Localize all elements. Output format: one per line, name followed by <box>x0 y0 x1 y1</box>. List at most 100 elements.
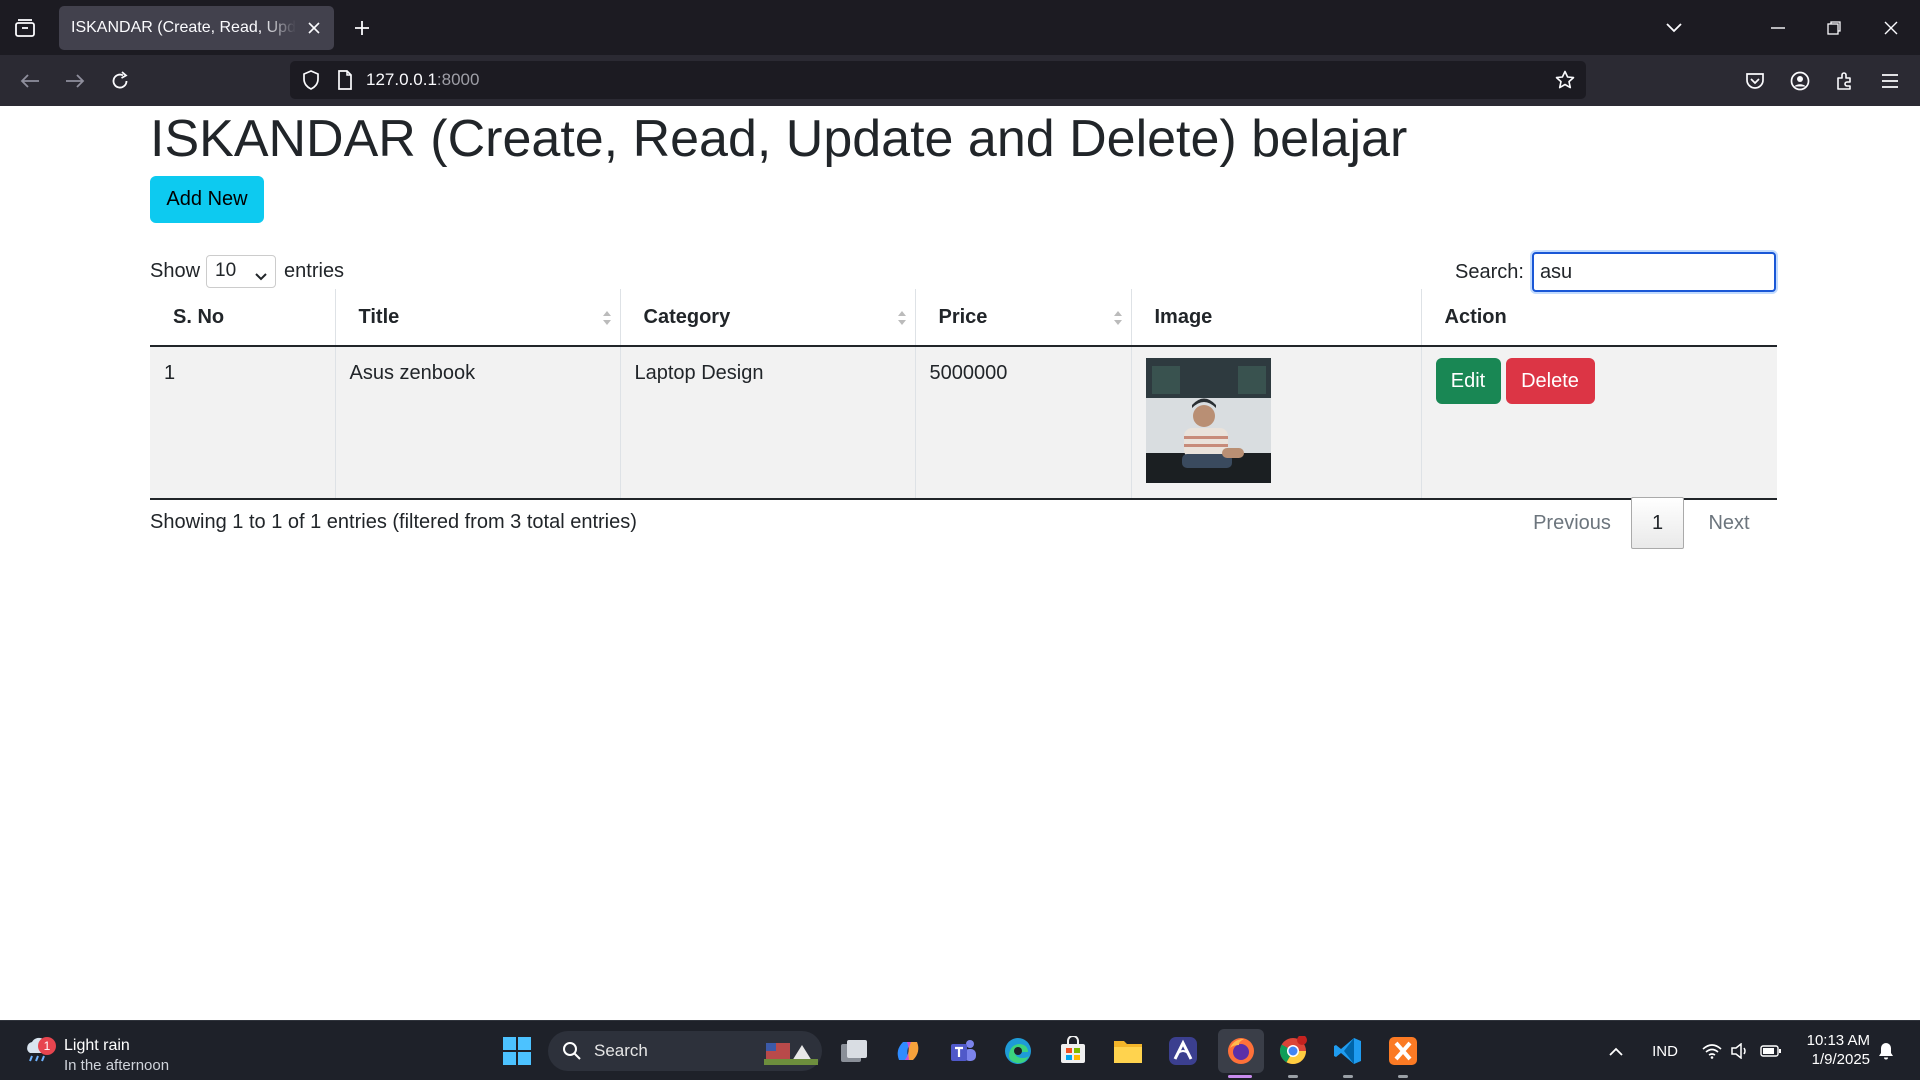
microsoft-store-icon[interactable] <box>1053 1031 1093 1071</box>
bookmark-star-icon[interactable] <box>1552 67 1578 93</box>
column-header-label: Title <box>358 305 400 328</box>
xampp-icon[interactable] <box>1383 1031 1423 1071</box>
clock[interactable]: 10:13 AM 1/9/2025 <box>1790 1031 1870 1069</box>
search-control: Search: <box>1455 252 1776 292</box>
running-indicator <box>1228 1075 1252 1078</box>
taskbar: 1 Light rain In the afternoon Search IND… <box>0 1020 1920 1080</box>
cell-price: 5000000 <box>914 346 1131 500</box>
column-header-image: Image <box>1130 289 1421 347</box>
list-all-tabs-chevron-icon[interactable] <box>1660 14 1688 42</box>
browser-tab-active[interactable]: ISKANDAR (Create, Read, Update and Delet… <box>59 6 334 50</box>
chevron-down-icon <box>255 265 267 287</box>
table-header-row: S. No Title Category Price Image Action <box>150 289 1777 347</box>
previous-page-button[interactable]: Previous <box>1513 512 1631 535</box>
volume-icon[interactable] <box>1728 1031 1752 1071</box>
table-row: 1 Asus zenbook Laptop Design 5000000 Edi… <box>150 346 1777 500</box>
column-header-sno[interactable]: S. No <box>150 289 335 347</box>
cell-category: Laptop Design <box>619 346 915 500</box>
teams-icon[interactable] <box>943 1031 983 1071</box>
column-header-price[interactable]: Price <box>914 289 1131 347</box>
page-title: ISKANDAR (Create, Read, Update and Delet… <box>150 110 1408 168</box>
vscode-icon[interactable] <box>1328 1031 1368 1071</box>
delete-button[interactable]: Delete <box>1505 358 1595 404</box>
firefox-icon[interactable] <box>1218 1029 1264 1073</box>
forward-arrow-icon[interactable] <box>58 64 92 98</box>
language-indicator[interactable]: IND <box>1648 1031 1682 1071</box>
wifi-icon[interactable] <box>1700 1031 1724 1071</box>
search-input[interactable] <box>1531 252 1776 292</box>
copilot-icon[interactable] <box>888 1031 928 1071</box>
add-new-button[interactable]: Add New <box>150 176 264 223</box>
product-image <box>1145 358 1271 483</box>
search-highlight-icon <box>764 1039 818 1070</box>
column-header-label: Price <box>938 305 988 328</box>
weather-subtitle: In the afternoon <box>64 1057 170 1074</box>
sort-icon <box>602 309 612 332</box>
url-text[interactable]: 127.0.0.1:8000 <box>366 70 479 90</box>
search-label: Search: <box>1455 260 1524 283</box>
pocket-icon[interactable] <box>1738 64 1772 98</box>
url-host: 127.0.0.1 <box>366 70 437 89</box>
sort-icon <box>897 309 907 332</box>
table-info: Showing 1 to 1 of 1 entries (filtered fr… <box>150 511 637 533</box>
shield-icon[interactable] <box>298 67 324 93</box>
column-header-label: Category <box>643 305 731 328</box>
menu-hamburger-icon[interactable] <box>1873 64 1907 98</box>
notification-badge: 1 <box>38 1037 56 1055</box>
taskbar-search-label: Search <box>594 1041 648 1060</box>
edge-icon[interactable] <box>998 1031 1038 1071</box>
clock-time: 10:13 AM <box>1806 1032 1870 1049</box>
running-indicator <box>1343 1075 1353 1078</box>
search-icon <box>562 1041 582 1066</box>
back-arrow-icon[interactable] <box>13 64 47 98</box>
tab-title: ISKANDAR (Create, Read, Update and Delet… <box>71 19 296 36</box>
entries-label: entries <box>284 259 345 282</box>
account-icon[interactable] <box>1783 64 1817 98</box>
weather-widget[interactable]: 1 Light rain In the afternoon <box>22 1029 222 1074</box>
minimize-window-icon[interactable] <box>1758 10 1798 46</box>
battery-icon[interactable] <box>1758 1031 1784 1071</box>
column-header-label: Action <box>1444 305 1507 328</box>
column-header-label: Image <box>1154 305 1213 328</box>
extensions-icon[interactable] <box>1828 64 1862 98</box>
page-info-icon[interactable] <box>332 67 358 93</box>
file-explorer-icon[interactable] <box>1108 1031 1148 1071</box>
close-tab-icon[interactable] <box>304 18 324 38</box>
cell-action: Edit Delete <box>1420 346 1777 500</box>
running-indicator <box>1288 1075 1298 1078</box>
length-control: Show 10 entries <box>150 254 344 288</box>
notification-bell-icon[interactable] <box>1874 1031 1898 1071</box>
clock-date: 1/9/2025 <box>1811 1051 1870 1068</box>
url-bar[interactable]: 127.0.0.1:8000 <box>290 61 1586 99</box>
page-content: ISKANDAR (Create, Read, Update and Delet… <box>0 106 1920 1020</box>
sort-icon <box>1113 309 1123 332</box>
next-page-button[interactable]: Next <box>1684 512 1774 535</box>
reload-icon[interactable] <box>103 64 137 98</box>
show-label: Show <box>150 259 201 282</box>
taskbar-search[interactable]: Search <box>548 1031 822 1071</box>
page-length-value: 10 <box>215 260 237 281</box>
column-header-category[interactable]: Category <box>619 289 915 347</box>
cell-title: Asus zenbook <box>334 346 620 500</box>
edit-button[interactable]: Edit <box>1435 358 1501 404</box>
page-length-select[interactable]: 10 <box>206 254 277 288</box>
browser-nav-bar: 127.0.0.1:8000 <box>0 55 1920 106</box>
tab-list-icon[interactable] <box>10 14 40 42</box>
data-table: S. No Title Category Price Image Action … <box>150 289 1777 500</box>
chrome-icon[interactable] <box>1273 1031 1313 1071</box>
column-header-title[interactable]: Title <box>334 289 620 347</box>
new-tab-icon[interactable] <box>348 14 376 42</box>
task-view-icon[interactable] <box>834 1031 874 1071</box>
column-header-label: S. No <box>173 305 225 328</box>
url-port: :8000 <box>436 70 480 89</box>
page-number-button[interactable]: 1 <box>1631 497 1684 549</box>
show-hidden-icons-chevron-icon[interactable] <box>1604 1031 1628 1071</box>
column-header-action: Action <box>1420 289 1777 347</box>
restore-window-icon[interactable] <box>1814 10 1854 46</box>
pagination: Previous 1 Next <box>1513 497 1774 549</box>
windows-start-icon[interactable] <box>497 1031 537 1071</box>
arc-app-icon[interactable] <box>1163 1031 1203 1071</box>
close-window-icon[interactable] <box>1871 10 1911 46</box>
cell-image <box>1130 346 1421 500</box>
browser-tab-bar: ISKANDAR (Create, Read, Update and Delet… <box>0 0 1920 55</box>
